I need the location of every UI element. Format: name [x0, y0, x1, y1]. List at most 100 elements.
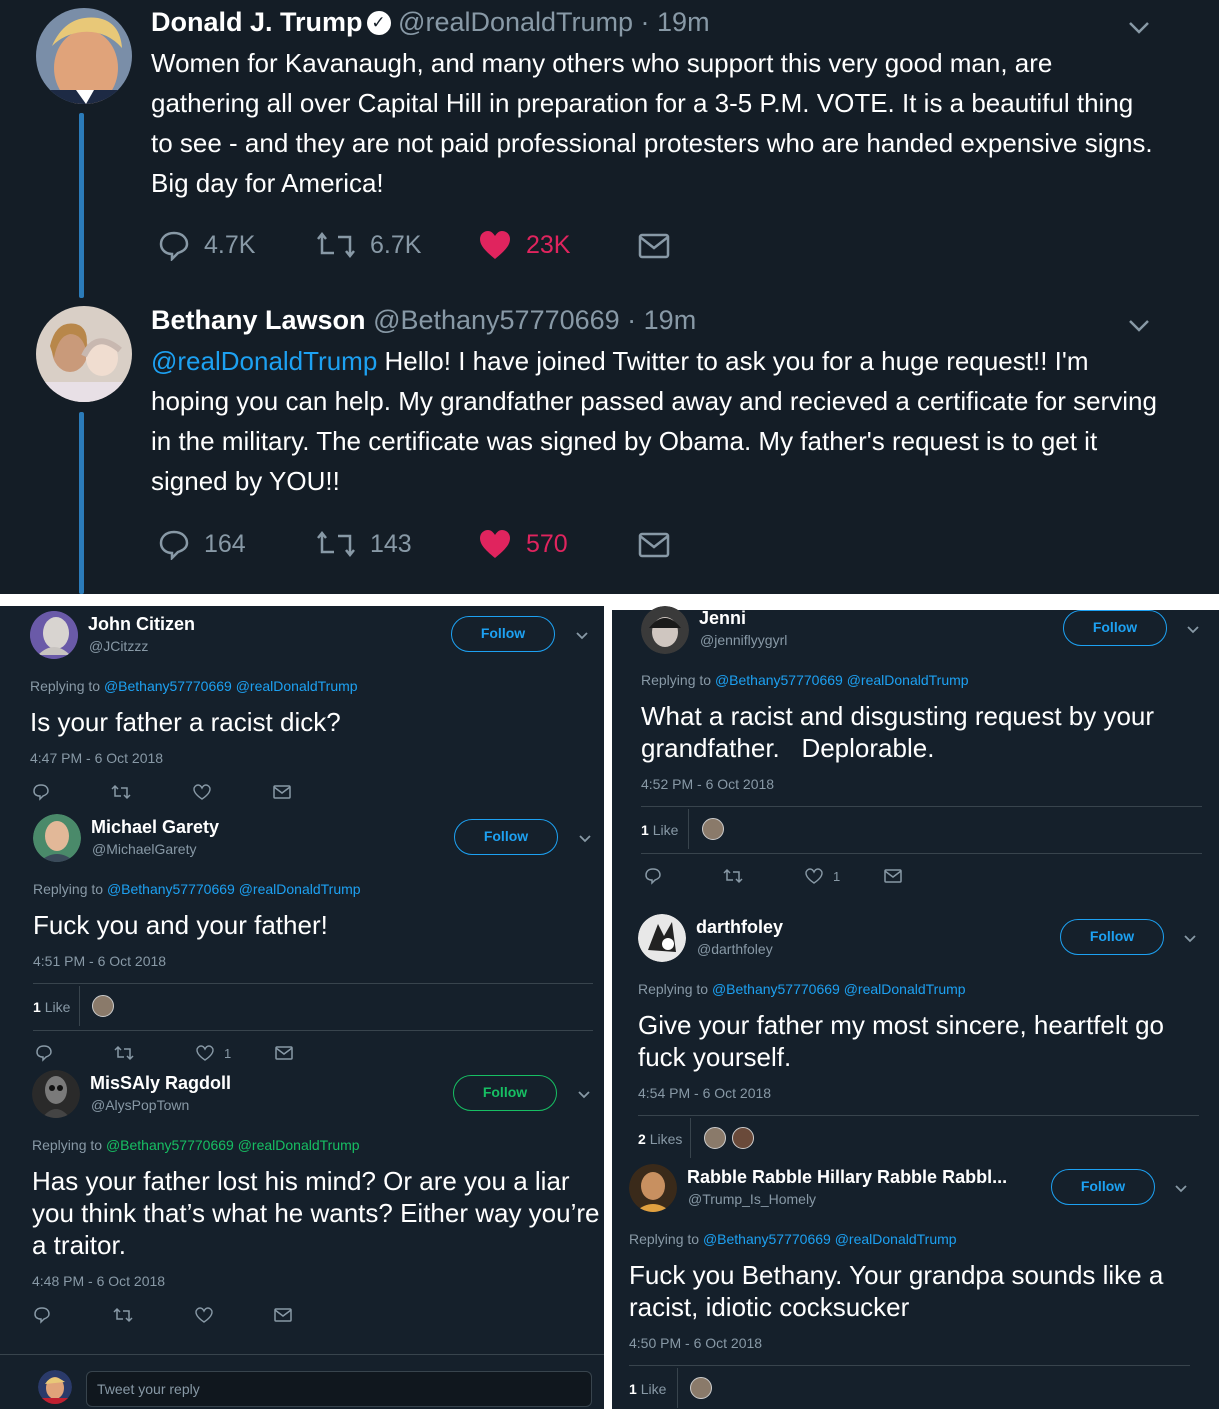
- heart-icon: [480, 231, 510, 259]
- reply-icon[interactable]: [35, 1044, 53, 1062]
- likes-summary[interactable]: 1 Like: [629, 1381, 666, 1397]
- follow-button[interactable]: Follow: [1063, 610, 1167, 646]
- author-handle[interactable]: @realDonaldTrump · 19m: [398, 7, 710, 37]
- chevron-down-icon[interactable]: [574, 628, 590, 644]
- message-icon[interactable]: [274, 1307, 292, 1323]
- reply-timestamp[interactable]: 4:48 PM - 6 Oct 2018: [32, 1273, 165, 1289]
- chevron-down-icon[interactable]: [1126, 312, 1152, 338]
- mention-link[interactable]: @realDonaldTrump: [151, 346, 377, 376]
- reply-timestamp[interactable]: 4:50 PM - 6 Oct 2018: [629, 1335, 762, 1351]
- retweet-icon[interactable]: [114, 1045, 134, 1061]
- chevron-down-icon[interactable]: [576, 1087, 592, 1103]
- author-handle[interactable]: @Bethany57770669 · 19m: [373, 305, 696, 335]
- reply-author-handle[interactable]: @AlysPopTown: [91, 1097, 189, 1113]
- follow-button[interactable]: Follow: [1060, 919, 1164, 955]
- follow-button[interactable]: Follow: [1051, 1169, 1155, 1205]
- reply-composer-input[interactable]: Tweet your reply: [86, 1371, 592, 1407]
- replying-mentions[interactable]: @Bethany57770669 @realDonaldTrump: [104, 678, 358, 694]
- replying-mentions[interactable]: @Bethany57770669 @realDonaldTrump: [107, 881, 361, 897]
- likes-summary[interactable]: 1 Like: [641, 822, 678, 838]
- reply-action[interactable]: 4.7K: [158, 229, 255, 261]
- replying-mentions[interactable]: @Bethany57770669 @realDonaldTrump: [712, 981, 966, 997]
- follow-button[interactable]: Follow: [454, 819, 558, 855]
- reply-timestamp[interactable]: 4:54 PM - 6 Oct 2018: [638, 1085, 771, 1101]
- reply-author-handle[interactable]: @jenniflyygyrl: [700, 632, 787, 648]
- reply-timestamp[interactable]: 4:52 PM - 6 Oct 2018: [641, 776, 774, 792]
- reply-author-handle[interactable]: @MichaelGarety: [92, 841, 196, 857]
- like-action[interactable]: 1: [805, 868, 840, 885]
- reply-author-name[interactable]: Rabble Rabble Hillary Rabble Rabbl...: [687, 1167, 1007, 1188]
- chevron-down-icon[interactable]: [1126, 14, 1152, 40]
- likes-count: 1: [629, 1381, 637, 1397]
- replying-mentions[interactable]: @Bethany57770669 @realDonaldTrump: [106, 1137, 360, 1153]
- follow-button[interactable]: Follow: [453, 1075, 557, 1111]
- likes-summary[interactable]: 1 Like: [33, 999, 70, 1015]
- reply-author-handle[interactable]: @darthfoley: [697, 941, 773, 957]
- likes-count: 1: [33, 999, 41, 1015]
- retweet-icon: [317, 231, 355, 259]
- likes-label: Like: [640, 1381, 667, 1397]
- heart-icon[interactable]: [193, 784, 211, 801]
- avatar[interactable]: [33, 814, 81, 862]
- chevron-down-icon[interactable]: [1173, 1181, 1189, 1197]
- reply-author-name[interactable]: John Citizen: [88, 614, 195, 635]
- avatar[interactable]: [38, 1370, 72, 1404]
- retweet-icon[interactable]: [113, 1307, 133, 1323]
- message-icon[interactable]: [638, 231, 670, 261]
- chevron-down-icon[interactable]: [1185, 622, 1201, 638]
- retweet-action[interactable]: 143: [316, 528, 412, 560]
- like-count: 23K: [526, 230, 571, 259]
- liker-avatar[interactable]: [690, 1377, 712, 1399]
- reply-author-name[interactable]: darthfoley: [696, 917, 783, 938]
- reply-author-name[interactable]: MisSAly Ragdoll: [90, 1073, 231, 1094]
- likes-label: Like: [652, 822, 679, 838]
- avatar[interactable]: [30, 611, 78, 659]
- reply-timestamp[interactable]: 4:51 PM - 6 Oct 2018: [33, 953, 166, 969]
- liker-avatar[interactable]: [732, 1127, 754, 1149]
- reply-action[interactable]: 164: [158, 528, 246, 560]
- message-icon[interactable]: [273, 784, 291, 800]
- author-name[interactable]: Bethany Lawson: [151, 305, 366, 335]
- message-icon[interactable]: [884, 868, 902, 884]
- reply-author-name[interactable]: Michael Garety: [91, 817, 219, 838]
- reply-timestamp[interactable]: 4:47 PM - 6 Oct 2018: [30, 750, 163, 766]
- reply-icon[interactable]: [32, 783, 50, 801]
- reply-icon[interactable]: [644, 867, 662, 885]
- heart-icon: [805, 868, 823, 884]
- like-action[interactable]: 23K: [478, 229, 570, 261]
- likes-summary[interactable]: 2 Likes: [638, 1131, 682, 1147]
- avatar[interactable]: [32, 1070, 80, 1118]
- reply-icon[interactable]: [33, 1306, 51, 1324]
- like-action[interactable]: 1: [196, 1045, 231, 1062]
- reply-icon: [159, 231, 189, 261]
- like-count: 1: [833, 869, 841, 884]
- heart-icon[interactable]: [195, 1307, 213, 1324]
- reply-count: 4.7K: [204, 230, 256, 259]
- avatar[interactable]: [641, 606, 689, 654]
- thread-connector-line: [79, 113, 84, 298]
- avatar[interactable]: [629, 1164, 677, 1212]
- likes-count: 1: [641, 822, 649, 838]
- follow-button[interactable]: Follow: [451, 616, 555, 652]
- reply-author-handle[interactable]: @JCitzzz: [89, 638, 148, 654]
- avatar[interactable]: [638, 914, 686, 962]
- liker-avatar[interactable]: [92, 995, 114, 1017]
- like-action[interactable]: 570: [478, 528, 568, 560]
- avatar[interactable]: [36, 306, 132, 402]
- message-icon[interactable]: [638, 530, 670, 560]
- replies-content: John Citizen @JCitzzz Follow Replying to…: [0, 606, 1219, 1409]
- retweet-icon[interactable]: [111, 784, 131, 800]
- reply-author-handle[interactable]: @Trump_Is_Homely: [688, 1191, 816, 1207]
- message-icon[interactable]: [275, 1045, 293, 1061]
- reply-author-name[interactable]: Jenni: [699, 608, 746, 629]
- chevron-down-icon[interactable]: [1182, 931, 1198, 947]
- retweet-icon[interactable]: [723, 868, 743, 884]
- replying-mentions[interactable]: @Bethany57770669 @realDonaldTrump: [703, 1231, 957, 1247]
- liker-avatar[interactable]: [702, 818, 724, 840]
- avatar[interactable]: [36, 8, 132, 104]
- chevron-down-icon[interactable]: [577, 831, 593, 847]
- retweet-action[interactable]: 6.7K: [316, 229, 421, 261]
- liker-avatar[interactable]: [704, 1127, 726, 1149]
- replying-mentions[interactable]: @Bethany57770669 @realDonaldTrump: [715, 672, 969, 688]
- author-name[interactable]: Donald J. Trump: [151, 7, 363, 37]
